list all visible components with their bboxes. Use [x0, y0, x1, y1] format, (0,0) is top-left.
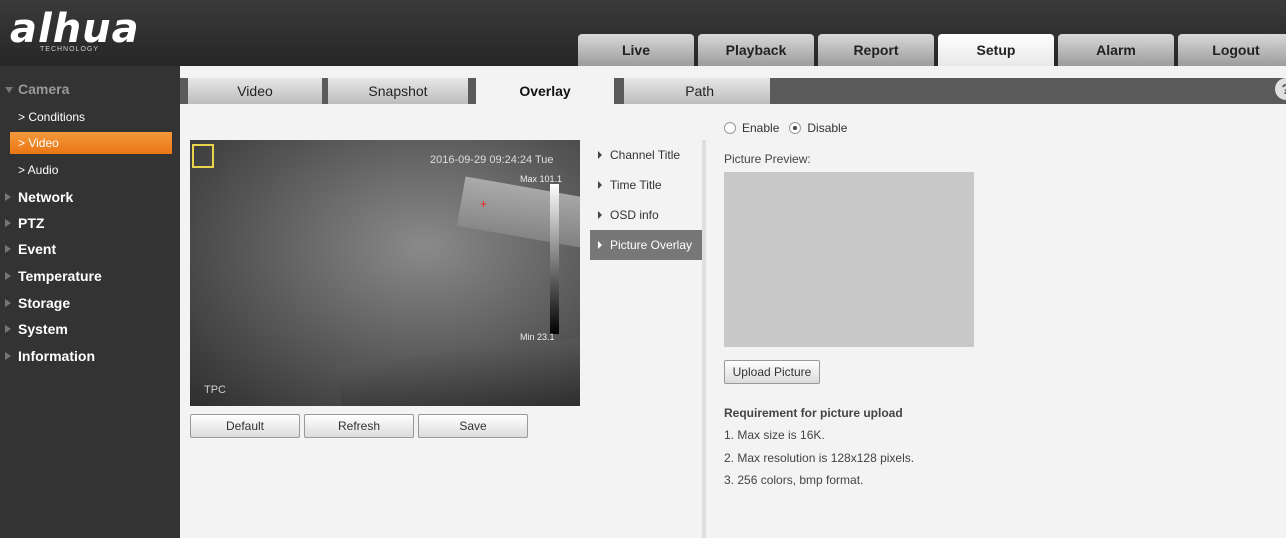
sidebar-item-label: Storage [18, 295, 71, 311]
sidebar-item-label: Event [18, 241, 57, 257]
picture-preview-label: Picture Preview: [724, 152, 811, 166]
tab-report[interactable]: Report [818, 34, 934, 66]
osd-item-label: Picture Overlay [610, 238, 693, 252]
sidebar-sub-conditions[interactable]: > Conditions [10, 106, 170, 128]
main-nav-tabs: Live Playback Report Setup Alarm Logout [578, 34, 1286, 66]
sidebar-sub-audio[interactable]: > Audio [10, 159, 170, 181]
arrow-right-icon [598, 211, 602, 219]
sidebar-item-label: PTZ [18, 215, 45, 231]
video-max-temp: Max 101.1 [520, 174, 563, 184]
collapse-triangle-icon [5, 245, 11, 253]
sidebar: Camera > Conditions > Video > Audio Netw… [0, 66, 180, 538]
default-button[interactable]: Default [190, 414, 300, 438]
sidebar-item-label: Network [18, 189, 74, 205]
sidebar-item-information[interactable]: Information [0, 343, 180, 369]
tab-logout[interactable]: Logout [1178, 34, 1286, 66]
osd-item-label: Time Title [610, 178, 662, 192]
osd-item-time-title[interactable]: Time Title [590, 170, 702, 200]
temperature-scale-bar [550, 184, 559, 334]
collapse-triangle-icon [5, 352, 11, 360]
content-area: Video Snapshot Overlay Path ? 2016-09-29… [180, 66, 1286, 538]
logo-text: alhua [10, 6, 140, 52]
enable-radio-group: Enable Disable [724, 120, 847, 136]
sidebar-sub-video[interactable]: > Video [10, 132, 172, 154]
sidebar-item-event[interactable]: Event [0, 236, 180, 262]
subtab-snapshot[interactable]: Snapshot [328, 78, 468, 104]
video-preview: 2016-09-29 09:24:24 Tue Max 101.1 Min 23… [190, 140, 580, 406]
video-channel-title: TPC [204, 384, 226, 396]
requirement-item: 2. Max resolution is 128x128 pixels. [724, 451, 915, 465]
refresh-button[interactable]: Refresh [304, 414, 414, 438]
osd-item-label: OSD info [610, 208, 659, 222]
collapse-triangle-icon [5, 193, 11, 201]
top-header: alhua TECHNOLOGY Live Playback Report Se… [0, 0, 1286, 66]
sidebar-item-storage[interactable]: Storage [0, 290, 180, 316]
dahua-logo: alhua TECHNOLOGY [10, 8, 160, 58]
expand-triangle-icon [5, 87, 13, 93]
subtab-overlay[interactable]: Overlay [476, 78, 614, 104]
collapse-triangle-icon [5, 219, 11, 227]
tab-live[interactable]: Live [578, 34, 694, 66]
requirement-item: 3. 256 colors, bmp format. [724, 473, 864, 487]
logo-subtitle: TECHNOLOGY [40, 46, 100, 53]
panel-divider [702, 140, 706, 538]
tab-setup[interactable]: Setup [938, 34, 1054, 66]
collapse-triangle-icon [5, 272, 11, 280]
enable-label: Enable [742, 121, 780, 135]
arrow-right-icon [598, 181, 602, 189]
disable-radio[interactable] [789, 122, 802, 134]
osd-item-picture-overlay[interactable]: Picture Overlay [590, 230, 702, 260]
sidebar-item-system[interactable]: System [0, 316, 180, 342]
osd-item-channel-title[interactable]: Channel Title [590, 140, 702, 170]
video-texture [337, 336, 580, 406]
sidebar-item-label: Temperature [18, 268, 102, 284]
sidebar-item-label: Information [18, 348, 95, 364]
arrow-right-icon [598, 241, 602, 249]
collapse-triangle-icon [5, 325, 11, 333]
crosshair-icon: + [480, 197, 488, 211]
tab-playback[interactable]: Playback [698, 34, 814, 66]
video-timestamp: 2016-09-29 09:24:24 Tue [430, 154, 554, 166]
tab-alarm[interactable]: Alarm [1058, 34, 1174, 66]
enable-radio[interactable] [724, 122, 736, 134]
subtab-video[interactable]: Video [188, 78, 322, 104]
osd-item-osd-info[interactable]: OSD info [590, 200, 702, 230]
sidebar-item-network[interactable]: Network [0, 184, 180, 210]
save-button[interactable]: Save [418, 414, 528, 438]
osd-region-box[interactable] [192, 144, 214, 168]
requirement-title: Requirement for picture upload [724, 406, 903, 420]
requirement-item: 1. Max size is 16K. [724, 428, 825, 442]
upload-picture-button[interactable]: Upload Picture [724, 360, 820, 384]
video-texture [456, 176, 580, 254]
sidebar-item-label: System [18, 321, 68, 337]
collapse-triangle-icon [5, 299, 11, 307]
osd-item-label: Channel Title [610, 148, 681, 162]
arrow-right-icon [598, 151, 602, 159]
sidebar-item-label: Camera [18, 81, 70, 97]
osd-menu: Channel Title Time Title OSD info Pictur… [590, 140, 702, 260]
sidebar-item-temperature[interactable]: Temperature [0, 263, 180, 289]
video-min-temp: Min 23.1 [520, 332, 555, 342]
picture-preview-box [724, 172, 974, 347]
sidebar-item-camera[interactable]: Camera [0, 76, 180, 102]
subtab-path[interactable]: Path [624, 78, 770, 104]
disable-label: Disable [807, 121, 848, 135]
sidebar-item-ptz[interactable]: PTZ [0, 210, 180, 236]
